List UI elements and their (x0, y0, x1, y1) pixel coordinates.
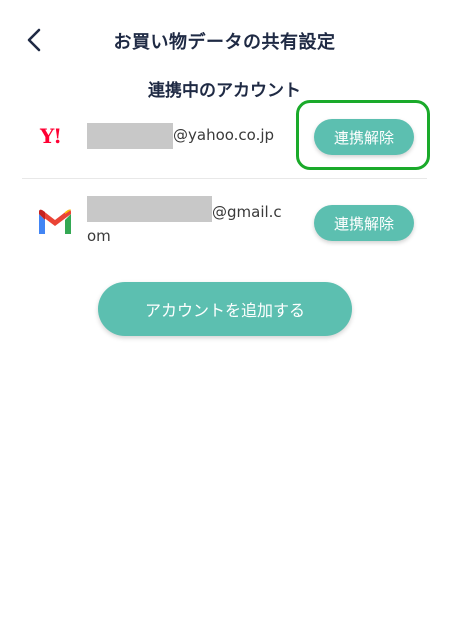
unlink-button-gmail[interactable]: 連携解除 (314, 205, 414, 241)
page-title: お買い物データの共有設定 (113, 32, 336, 53)
account-row-gmail: @gmail.c om 連携解除 (22, 180, 427, 268)
email-text: @gmail.c om (87, 200, 287, 248)
yahoo-logo-icon: Y! (40, 124, 62, 148)
add-account-button[interactable]: アカウントを追加する (98, 282, 352, 336)
header: お買い物データの共有設定 (0, 0, 449, 80)
email-line-1: @gmail.c (212, 203, 282, 221)
email-line-2: om (87, 227, 111, 245)
section-title: 連携中のアカウント (148, 81, 301, 101)
highlight-annotation (296, 100, 430, 170)
divider (22, 178, 427, 179)
gmail-logo-icon (39, 209, 71, 234)
email-mask (87, 123, 173, 149)
email-text: @yahoo.co.jp (173, 126, 275, 144)
